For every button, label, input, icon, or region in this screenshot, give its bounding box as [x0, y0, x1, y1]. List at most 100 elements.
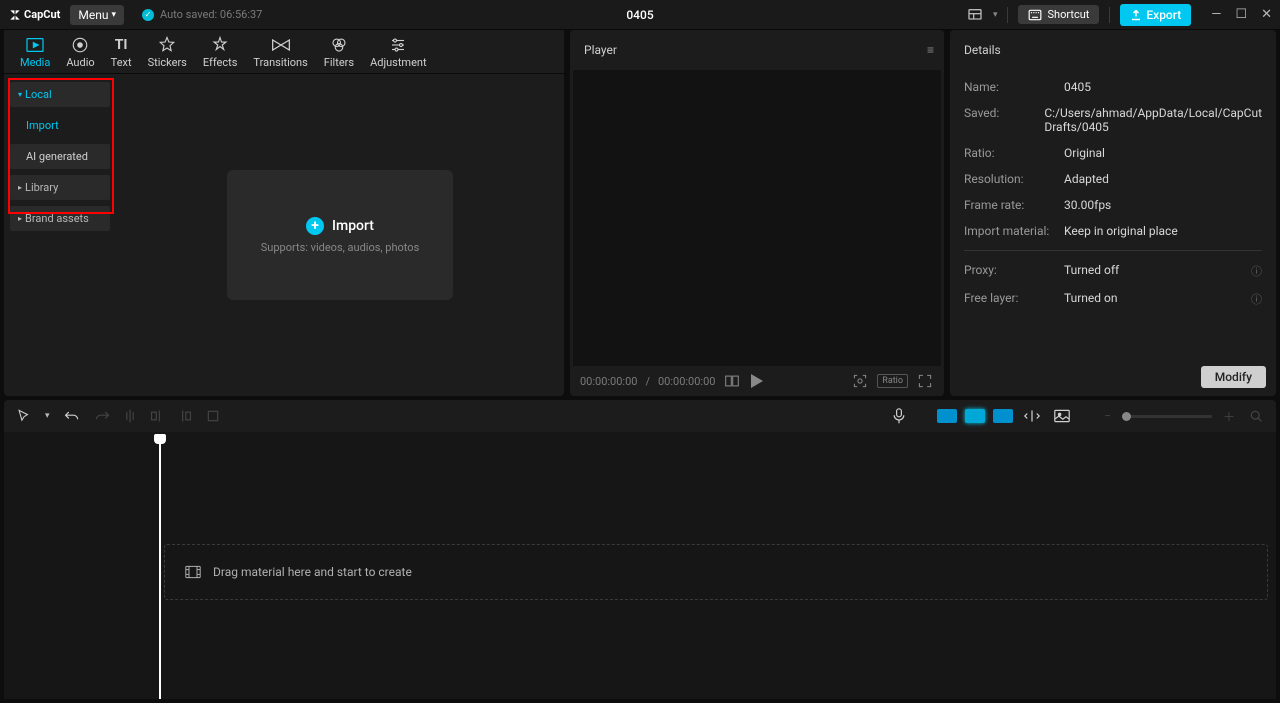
modify-button[interactable]: Modify [1201, 366, 1266, 388]
tab-audio[interactable]: Audio [58, 30, 102, 73]
hamburger-icon[interactable]: ≡ [927, 43, 934, 57]
cursor-tool[interactable] [14, 406, 34, 426]
text-icon: TI [115, 35, 128, 55]
cursor-dropdown[interactable]: ▾ [42, 408, 53, 424]
import-dropzone[interactable]: + Import Supports: videos, audios, photo… [227, 170, 453, 300]
player-controls: 00:00:00:00 / 00:00:00:00 Ratio [570, 366, 944, 396]
titlebar: CapCut Menu ▾ ✓ Auto saved: 06:56:37 040… [0, 0, 1280, 30]
crop-button[interactable] [203, 406, 223, 426]
mic-button[interactable] [889, 405, 909, 427]
ratio-button[interactable]: Ratio [877, 374, 908, 388]
time-current: 00:00:00:00 [580, 375, 637, 388]
detail-resolution-label: Resolution: [964, 172, 1064, 186]
timeline-panel: ▾ − ＋ Drag material here and start to cr… [4, 400, 1276, 699]
time-total: 00:00:00:00 [658, 375, 715, 388]
timeline-body[interactable]: Drag material here and start to create [4, 432, 1276, 699]
details-panel: Details Name:0405 Saved:C:/Users/ahmad/A… [950, 30, 1276, 396]
tab-filters[interactable]: Filters [316, 30, 362, 73]
detail-resolution-value: Adapted [1064, 172, 1262, 186]
sidebar-item-library[interactable]: ▸Library [10, 175, 110, 200]
detail-ratio-value: Original [1064, 146, 1262, 160]
layout-icon[interactable] [967, 7, 983, 23]
main-track-toggle[interactable] [937, 409, 957, 423]
media-content: + Import Supports: videos, audios, photo… [116, 74, 564, 396]
detail-framerate-value: 30.00fps [1064, 198, 1262, 212]
tab-stickers[interactable]: Stickers [140, 30, 195, 73]
detail-ratio-label: Ratio: [964, 146, 1064, 160]
timeline-ruler[interactable] [4, 432, 1276, 450]
detail-saved-value: C:/Users/ahmad/AppData/Local/CapCut Draf… [1044, 106, 1262, 134]
preview-axis-button[interactable] [1021, 406, 1043, 426]
timeline-dropzone[interactable]: Drag material here and start to create [164, 544, 1268, 600]
zoom-in-button[interactable]: ＋ [1220, 405, 1238, 428]
zoom-slider[interactable] [1122, 415, 1212, 418]
export-button[interactable]: Export [1120, 4, 1191, 26]
details-header: Details [950, 30, 1276, 70]
maximize-button[interactable]: ☐ [1235, 7, 1247, 22]
zoom-out-button[interactable]: − [1101, 406, 1114, 426]
play-button[interactable] [749, 372, 765, 390]
sidebar-item-local[interactable]: ▾Local [10, 82, 110, 107]
track-gutter [4, 432, 116, 699]
sidebar-item-ai[interactable]: AI generated [10, 144, 110, 169]
detail-import-value: Keep in original place [1064, 224, 1262, 238]
compare-icon[interactable] [723, 373, 741, 389]
check-icon: ✓ [142, 9, 154, 21]
tab-adjustment[interactable]: Adjustment [362, 30, 435, 73]
filters-icon [330, 35, 348, 55]
scan-icon[interactable] [851, 372, 869, 390]
playhead[interactable] [159, 436, 161, 699]
media-panel: Media Audio TI Text Stickers Effects Tra… [4, 30, 564, 396]
adjustment-icon [389, 35, 407, 55]
split-button[interactable] [121, 406, 139, 426]
minimize-button[interactable]: — [1211, 7, 1221, 22]
tab-text[interactable]: TI Text [103, 30, 140, 73]
detail-framerate-label: Frame rate: [964, 198, 1064, 212]
import-subtitle: Supports: videos, audios, photos [261, 241, 420, 254]
player-panel: Player ≡ 00:00:00:00 / 00:00:00:00 Ratio [570, 30, 944, 396]
detail-name-value: 0405 [1064, 80, 1262, 94]
transitions-icon [271, 35, 291, 55]
sidebar-item-import[interactable]: Import [10, 113, 110, 138]
stickers-icon [158, 35, 176, 55]
close-button[interactable]: ✕ [1261, 7, 1272, 22]
autosave-status: ✓ Auto saved: 06:56:37 [142, 8, 262, 21]
undo-button[interactable] [61, 406, 83, 426]
app-logo: CapCut [8, 8, 60, 22]
fullscreen-icon[interactable] [916, 372, 934, 390]
chevron-down-icon[interactable]: ▾ [993, 10, 998, 20]
tab-effects[interactable]: Effects [195, 30, 246, 73]
help-icon[interactable]: ⓘ [1251, 291, 1262, 307]
timeline-toolbar: ▾ − ＋ [4, 400, 1276, 432]
detail-proxy-label: Proxy: [964, 263, 1064, 279]
audio-icon [71, 35, 89, 55]
player-viewport[interactable] [573, 70, 941, 366]
magnet-toggle[interactable] [965, 409, 985, 423]
effects-icon [211, 35, 229, 55]
detail-saved-label: Saved: [964, 106, 1044, 134]
delete-right-button[interactable] [175, 406, 195, 426]
menu-button[interactable]: Menu ▾ [70, 5, 124, 25]
detail-name-label: Name: [964, 80, 1064, 94]
detail-freelayer-label: Free layer: [964, 291, 1064, 307]
delete-left-button[interactable] [147, 406, 167, 426]
drop-hint-text: Drag material here and start to create [213, 565, 412, 579]
cover-button[interactable] [1051, 406, 1073, 426]
link-toggle[interactable] [993, 409, 1013, 423]
detail-freelayer-value: Turned on [1064, 291, 1251, 307]
sidebar-item-brand[interactable]: ▸Brand assets [10, 206, 110, 231]
tab-media[interactable]: Media [12, 30, 58, 73]
help-icon[interactable]: ⓘ [1251, 263, 1262, 279]
tab-transitions[interactable]: Transitions [245, 30, 315, 73]
media-sidebar: ▾Local Import AI generated ▸Library ▸Bra… [4, 74, 116, 396]
zoom-fit-button[interactable] [1246, 406, 1266, 426]
chevron-down-icon: ▾ [111, 10, 116, 20]
film-icon [185, 565, 201, 579]
plus-icon: + [306, 217, 324, 235]
media-icon [25, 35, 45, 55]
detail-proxy-value: Turned off [1064, 263, 1251, 279]
detail-import-label: Import material: [964, 224, 1064, 238]
project-title: 0405 [626, 8, 653, 22]
redo-button[interactable] [91, 406, 113, 426]
shortcut-button[interactable]: Shortcut [1018, 5, 1099, 24]
